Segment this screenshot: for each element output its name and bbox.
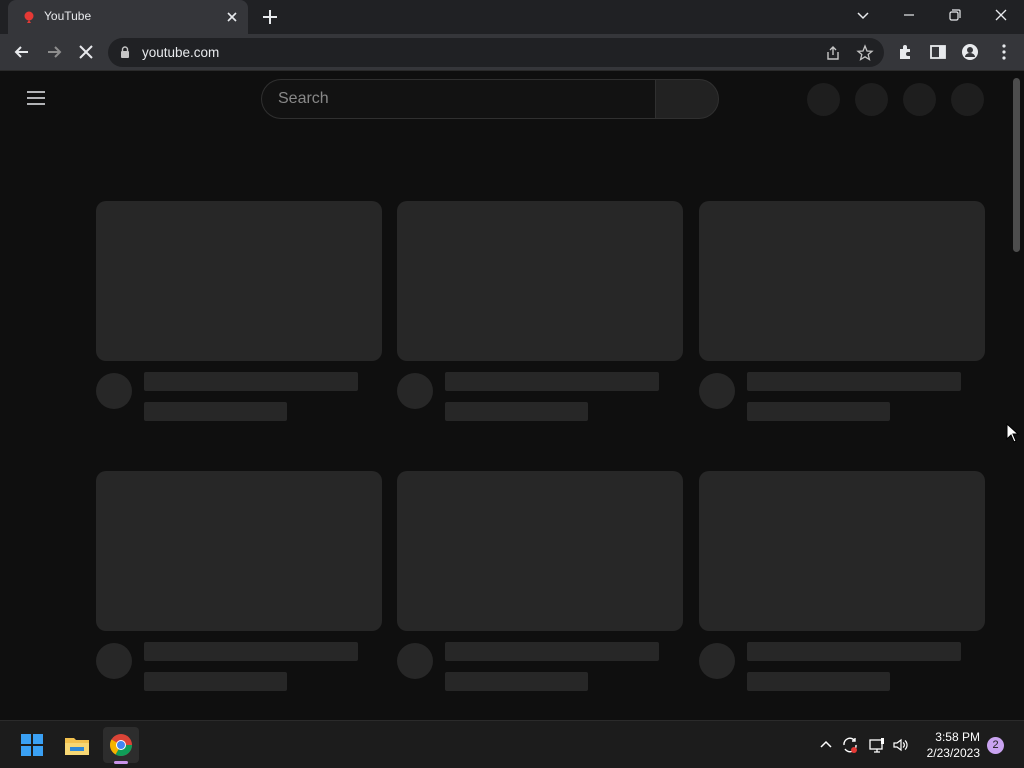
youtube-favicon-icon [24, 11, 34, 23]
video-thumbnail-skeleton [397, 471, 683, 631]
clock-date[interactable]: 2/23/2023 [910, 746, 980, 760]
video-meta-skeleton [747, 402, 890, 421]
channel-avatar-skeleton [96, 643, 132, 679]
extensions-puzzle-icon[interactable] [896, 42, 916, 62]
close-window-icon[interactable] [992, 6, 1010, 24]
chrome-icon [110, 734, 132, 756]
restore-icon[interactable] [946, 6, 964, 24]
channel-avatar-skeleton [397, 373, 433, 409]
chevron-down-icon[interactable] [854, 6, 872, 24]
youtube-search-box[interactable] [261, 79, 657, 119]
youtube-search-button[interactable] [655, 79, 719, 119]
header-placeholder-circle [903, 83, 936, 116]
close-tab-icon[interactable] [224, 9, 240, 25]
share-icon[interactable] [824, 44, 842, 62]
notification-badge[interactable]: 2 [987, 737, 1004, 754]
volume-icon[interactable] [892, 736, 910, 754]
video-thumbnail-skeleton [96, 201, 382, 361]
youtube-search-input[interactable] [278, 89, 638, 109]
network-icon[interactable] [868, 736, 886, 754]
channel-avatar-skeleton [699, 373, 735, 409]
stop-loading-icon[interactable] [76, 42, 96, 62]
browser-toolbar: youtube.com [0, 34, 1024, 71]
minimize-icon[interactable] [900, 6, 918, 24]
tab-title: YouTube [44, 9, 92, 23]
profile-icon[interactable] [960, 42, 980, 62]
address-bar[interactable]: youtube.com [108, 38, 884, 67]
active-app-indicator [114, 761, 128, 764]
side-panel-icon[interactable] [928, 42, 948, 62]
channel-avatar-skeleton [397, 643, 433, 679]
video-meta-skeleton [445, 672, 588, 691]
lock-icon[interactable] [118, 45, 132, 59]
video-thumbnail-skeleton [699, 201, 985, 361]
back-arrow-icon[interactable] [12, 42, 32, 62]
chrome-taskbar-button[interactable] [103, 727, 139, 763]
new-tab-icon[interactable] [260, 7, 280, 27]
video-title-skeleton [747, 372, 961, 391]
taskbar: 3:58 PM 2/23/2023 2 [0, 720, 1024, 768]
video-title-skeleton [445, 372, 659, 391]
video-title-skeleton [144, 372, 358, 391]
more-options-icon[interactable] [994, 42, 1014, 62]
clock-time[interactable]: 3:58 PM [918, 730, 980, 744]
sync-icon[interactable] [841, 736, 859, 754]
video-title-skeleton [445, 642, 659, 661]
file-explorer-icon[interactable] [59, 727, 95, 763]
forward-arrow-icon[interactable] [44, 42, 64, 62]
screen: YouTube youtube.com Search 3:58 PM 2/23/… [0, 0, 1024, 768]
video-meta-skeleton [144, 402, 287, 421]
channel-avatar-skeleton [96, 373, 132, 409]
channel-avatar-skeleton [699, 643, 735, 679]
video-meta-skeleton [747, 672, 890, 691]
chevron-up-icon[interactable] [817, 736, 835, 754]
youtube-page [0, 72, 1024, 720]
video-title-skeleton [747, 642, 961, 661]
video-thumbnail-skeleton [96, 471, 382, 631]
bookmark-star-icon[interactable] [856, 44, 874, 62]
header-placeholder-circle [855, 83, 888, 116]
browser-tab[interactable]: YouTube [8, 0, 248, 34]
video-meta-skeleton [144, 672, 287, 691]
url-text[interactable]: youtube.com [142, 45, 219, 60]
header-placeholder-circle [951, 83, 984, 116]
video-thumbnail-skeleton [397, 201, 683, 361]
hamburger-menu-icon[interactable] [26, 90, 46, 106]
mouse-cursor-icon [1006, 423, 1020, 443]
header-placeholder-circle [807, 83, 840, 116]
windows-start-icon[interactable] [14, 727, 50, 763]
video-thumbnail-skeleton [699, 471, 985, 631]
video-meta-skeleton [445, 402, 588, 421]
video-title-skeleton [144, 642, 358, 661]
browser-tab-strip: YouTube [0, 0, 1024, 34]
scrollbar-thumb[interactable] [1013, 78, 1020, 252]
